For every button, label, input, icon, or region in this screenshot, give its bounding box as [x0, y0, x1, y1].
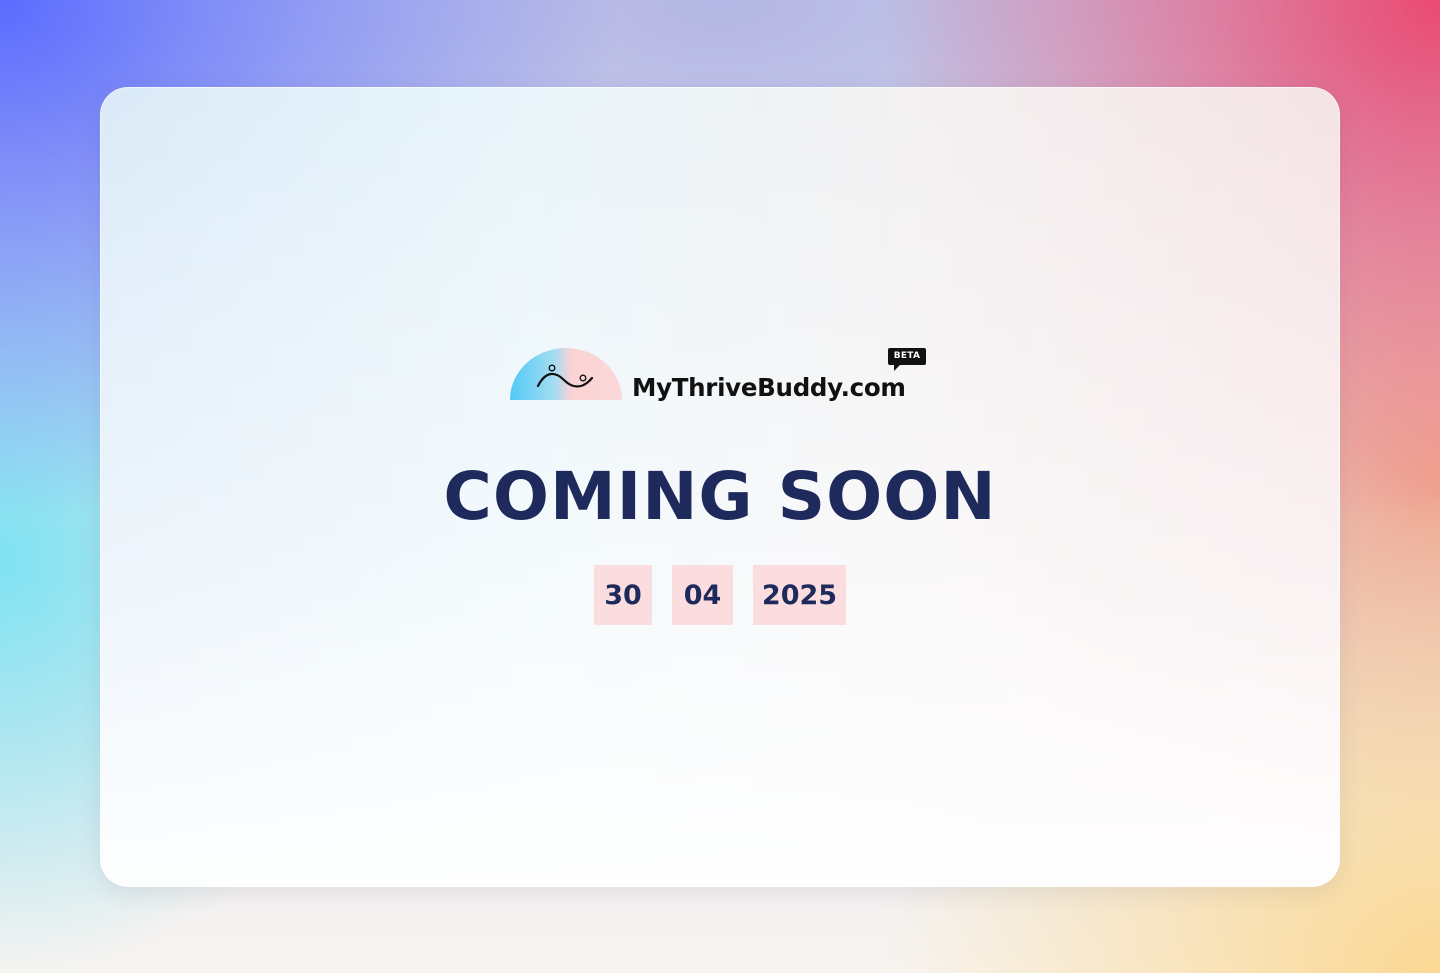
launch-date-year: 2025	[753, 565, 846, 625]
launch-date-day: 30	[594, 565, 652, 625]
launch-date-month: 04	[672, 565, 733, 625]
beta-badge: BETA	[888, 346, 928, 374]
rising-sun-logo-icon	[510, 348, 622, 400]
launch-date: 30 04 2025	[100, 565, 1340, 625]
brand-logo: MyThriveBuddy.com BETA	[510, 346, 930, 408]
page-title: COMING SOON	[443, 458, 997, 535]
brand-name: MyThriveBuddy.com	[632, 373, 906, 402]
beta-speech-bubble-tail	[894, 364, 901, 371]
beta-label: BETA	[893, 351, 921, 361]
coming-soon-card: MyThriveBuddy.com BETA COMING SOON 30 04…	[100, 87, 1340, 887]
